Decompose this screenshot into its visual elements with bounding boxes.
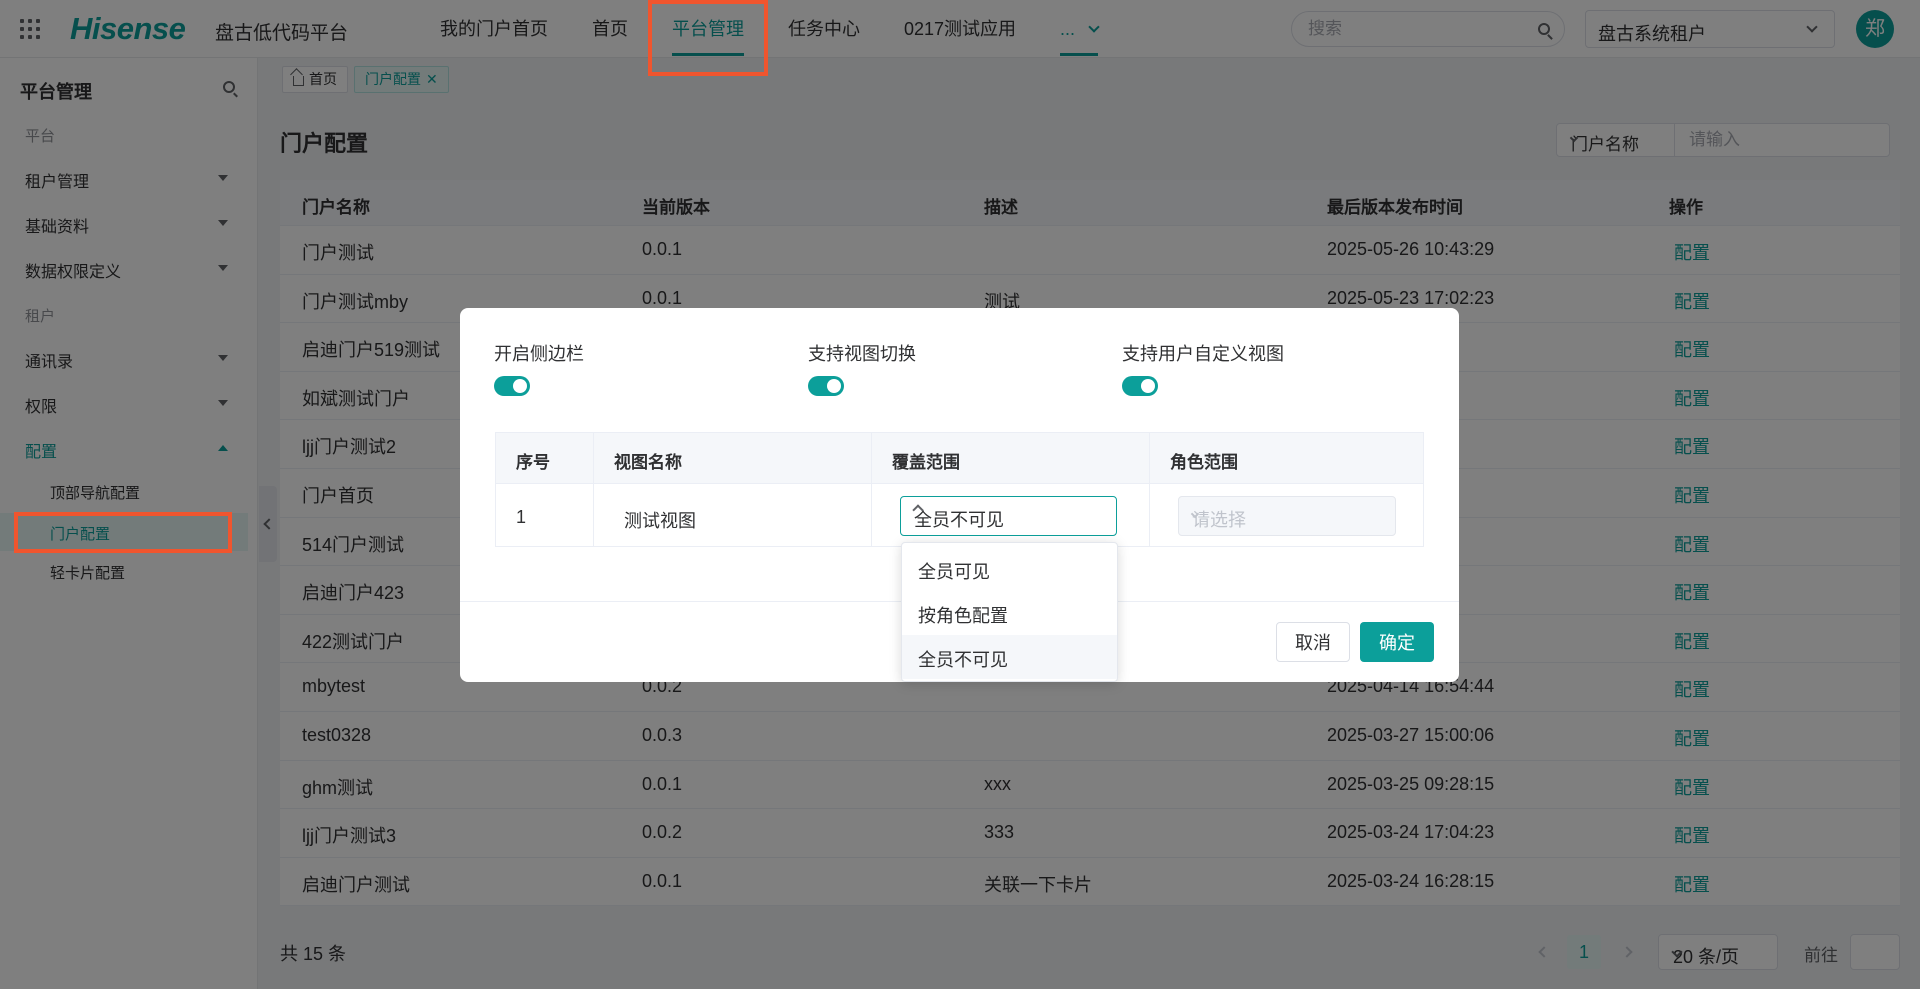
role-scope-placeholder: 请选择 — [1192, 510, 1246, 530]
cancel-button[interactable]: 取消 — [1276, 622, 1350, 662]
toggle-custom-view[interactable] — [1122, 376, 1158, 396]
view-table-header: 序号 视图名称 覆盖范围 角色范围 — [496, 433, 1423, 484]
confirm-button[interactable]: 确定 — [1360, 622, 1434, 662]
option-label: 全员不可见 — [918, 650, 1008, 670]
column-divider — [1149, 433, 1150, 546]
option-all-invisible[interactable]: 全员不可见 — [902, 635, 1117, 679]
column-divider — [593, 433, 594, 546]
option-label: 按角色配置 — [918, 606, 1008, 626]
highlight-box-nav — [648, 0, 768, 76]
row-index: 1 — [516, 507, 527, 527]
column-divider — [871, 433, 872, 546]
toggle-view-switch[interactable] — [808, 376, 844, 396]
cover-scope-dropdown: 全员可见 按角色配置 全员不可见 — [901, 542, 1118, 682]
th-role-scope: 角色范围 — [1170, 453, 1238, 472]
th-cover-scope: 覆盖范围 — [892, 453, 960, 472]
option-label: 全员可见 — [918, 562, 990, 582]
highlight-box-sidebar — [14, 512, 232, 553]
cover-scope-value: 全员不可见 — [914, 510, 1004, 530]
switch-label-sidebar: 开启侧边栏 — [494, 344, 584, 364]
option-all-visible[interactable]: 全员可见 — [902, 547, 1117, 591]
switch-label-view-switch: 支持视图切换 — [808, 344, 916, 364]
role-scope-select[interactable]: 请选择 — [1178, 496, 1396, 536]
cover-scope-select[interactable]: 全员不可见 — [900, 496, 1117, 536]
row-view-name: 测试视图 — [624, 511, 696, 531]
toggle-sidebar[interactable] — [494, 376, 530, 396]
th-view-name: 视图名称 — [614, 453, 682, 472]
switch-label-custom-view: 支持用户自定义视图 — [1122, 344, 1284, 364]
th-index: 序号 — [516, 453, 550, 472]
option-by-role[interactable]: 按角色配置 — [902, 591, 1117, 635]
